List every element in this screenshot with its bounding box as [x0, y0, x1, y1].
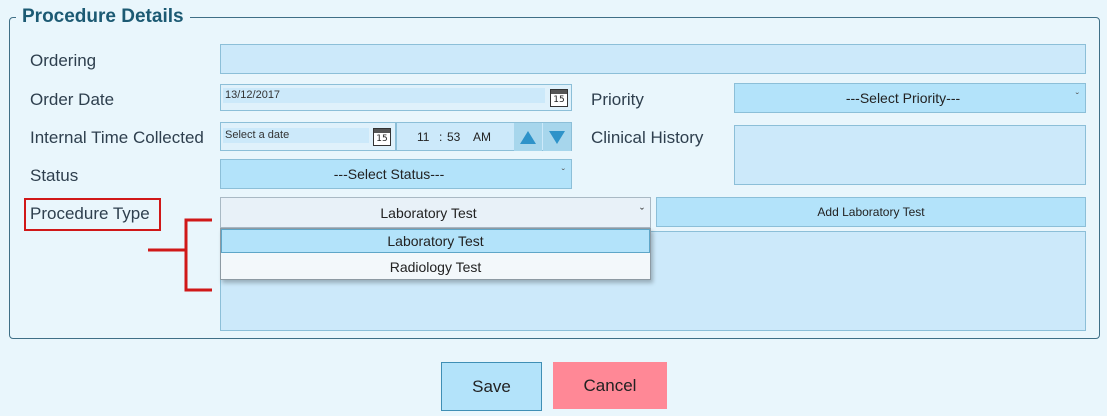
add-laboratory-test-label: Add Laboratory Test: [817, 205, 925, 219]
procedure-type-dropdown[interactable]: Laboratory Test Radiology Test: [220, 228, 651, 280]
order-date-picker[interactable]: 13/12/2017 15: [220, 84, 572, 111]
annotation-bracket-path: [184, 218, 212, 292]
add-laboratory-test-button[interactable]: Add Laboratory Test: [656, 197, 1086, 227]
triangle-down-icon: [549, 130, 565, 144]
priority-label: Priority: [591, 90, 644, 109]
status-label: Status: [30, 166, 79, 185]
status-select[interactable]: ---Select Status--- ˇ: [220, 159, 572, 189]
annotation-bracket: [148, 218, 212, 292]
cancel-button[interactable]: Cancel: [553, 362, 667, 409]
order-date-value[interactable]: 13/12/2017: [223, 88, 545, 103]
priority-select[interactable]: ---Select Priority--- ˇ: [734, 83, 1086, 113]
time-spin-down-button[interactable]: [543, 123, 571, 151]
time-minute[interactable]: 53: [447, 130, 460, 144]
procedure-type-label: Procedure Type: [30, 204, 150, 223]
ordering-field[interactable]: [220, 44, 1086, 74]
procedure-details-page: Procedure Details Ordering Order Date 13…: [0, 0, 1107, 416]
time-picker[interactable]: 11 : 53 AM: [396, 122, 572, 151]
save-button[interactable]: Save: [441, 362, 542, 411]
chevron-down-icon: ˇ: [1075, 91, 1079, 103]
section-title: Procedure Details: [16, 5, 190, 29]
clinical-history-field[interactable]: [734, 125, 1086, 185]
calendar-icon[interactable]: 15: [373, 128, 391, 146]
time-hour[interactable]: 11: [417, 130, 429, 144]
dropdown-option-laboratory-test[interactable]: Laboratory Test: [221, 229, 650, 253]
internal-date-placeholder[interactable]: Select a date: [223, 128, 369, 143]
time-ampm[interactable]: AM: [473, 130, 491, 144]
calendar-icon[interactable]: 15: [550, 89, 568, 107]
procedure-type-selected-value: Laboratory Test: [380, 204, 477, 221]
internal-time-label: Internal Time Collected: [30, 128, 204, 147]
triangle-up-icon: [520, 130, 536, 144]
chevron-down-icon: ˇ: [561, 167, 565, 179]
calendar-icon-day: 15: [376, 134, 388, 144]
status-selected-value: ---Select Status---: [333, 166, 445, 182]
order-date-label: Order Date: [30, 90, 115, 109]
priority-selected-value: ---Select Priority---: [845, 90, 961, 106]
calendar-icon-day: 15: [553, 95, 565, 105]
ordering-label: Ordering: [30, 51, 97, 70]
chevron-down-icon: ˇ: [640, 204, 644, 219]
clinical-history-label: Clinical History: [591, 128, 704, 147]
internal-date-picker[interactable]: Select a date 15: [220, 122, 396, 151]
time-separator: :: [439, 130, 443, 144]
dropdown-option-radiology-test[interactable]: Radiology Test: [221, 255, 650, 279]
time-spin-up-button[interactable]: [514, 123, 542, 151]
procedure-type-select[interactable]: Laboratory Test ˇ: [220, 197, 651, 228]
